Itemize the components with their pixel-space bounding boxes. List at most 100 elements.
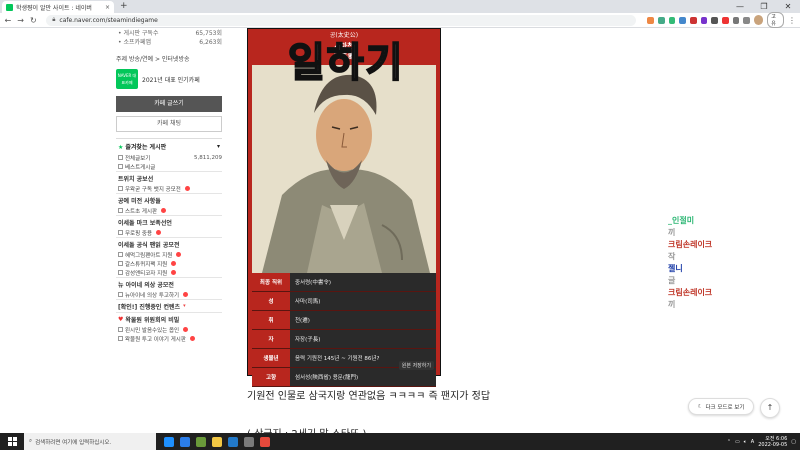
minecraft-icon[interactable]: [196, 436, 206, 447]
board-item[interactable]: 뉴아이네 의상 투고하기: [116, 290, 222, 299]
board-item[interactable]: 갈스튜퀴지팩 지원: [116, 259, 222, 268]
board-icon: [118, 186, 123, 191]
board-group-title: 뉴 아이네 의상 공모전: [118, 281, 174, 289]
back-arrow-icon[interactable]: ←: [4, 16, 12, 25]
board-icon: [118, 208, 123, 213]
menu-dots-icon[interactable]: ⋮: [788, 16, 796, 25]
puzzle-icon[interactable]: [732, 16, 740, 24]
address-bar[interactable]: 🔒︎ cafe.naver.com/steamindiegame: [46, 14, 637, 26]
stat-value: 65,753회: [195, 30, 222, 37]
board-group-header[interactable]: [확인!] 진행중인 컨텐츠 ▾: [116, 299, 222, 312]
profile-status-button[interactable]: 고유: [767, 12, 785, 28]
network-icon[interactable]: ▭: [735, 439, 740, 445]
board-icon: [118, 164, 123, 169]
board-item[interactable]: 왁물원 투고 이야기 게시판: [116, 334, 222, 343]
sidebar-toggle-icon[interactable]: [743, 16, 750, 24]
board-item[interactable]: 전체글보기 5,811,209: [116, 153, 222, 162]
board-item[interactable]: 베스트게시글: [116, 162, 222, 171]
profile-row: 자 자장(子長): [252, 330, 436, 349]
board-icon: [118, 252, 123, 257]
windows-logo-icon: [7, 437, 17, 446]
board-item[interactable]: 감성앤티코자 지원: [116, 268, 222, 277]
chevron-down-icon[interactable]: ▾: [183, 303, 186, 309]
extension-icon[interactable]: [679, 16, 686, 24]
extension-icon[interactable]: [689, 16, 697, 24]
stat-label: • 소프카페앱: [118, 39, 152, 46]
board-label: 갈스튜퀴지팩 지원: [125, 261, 168, 268]
dark-mode-button[interactable]: ☾ 다크 모드로 보기: [688, 398, 754, 415]
profile-row: 고향 섬서성(陝西省) 용문(龍門): [252, 368, 436, 387]
board-icon: [118, 336, 123, 341]
notification-icon[interactable]: ▢: [791, 439, 796, 445]
profile-key: 고향: [252, 368, 290, 386]
board-item[interactable]: 스트초 게시판: [116, 206, 222, 215]
extension-icon[interactable]: [700, 16, 708, 24]
new-badge-icon: [171, 261, 177, 266]
ime-icon[interactable]: A: [751, 439, 754, 445]
taskbar-search[interactable]: ⌕ 검색하려면 여기에 입력하십시오.: [24, 433, 156, 450]
folder-icon[interactable]: [212, 436, 222, 447]
board-label: 왁물원 투고 이야기 게시판: [125, 336, 186, 343]
board-group-header[interactable]: 공예 미전 사항들: [116, 193, 222, 206]
board-group-header[interactable]: 트위치 공보선: [116, 171, 222, 184]
board-group-title: 이세돌 마크 보족선언: [118, 219, 172, 227]
new-badge-icon: [161, 208, 167, 213]
board-group-header[interactable]: ♥ 왁물원 위원회의 비밀: [116, 312, 222, 325]
board-icon: [118, 270, 123, 275]
board-group-header[interactable]: 이세돌 공식 팬읽 공모전: [116, 237, 222, 250]
edge-icon[interactable]: [180, 436, 190, 447]
cafe-write-button[interactable]: 카페 글쓰기: [116, 96, 222, 112]
start-button[interactable]: [0, 433, 24, 450]
extension-icon[interactable]: [668, 16, 676, 24]
cafe-chat-button[interactable]: 카페 채팅: [116, 116, 222, 132]
clock[interactable]: 오전 6:06 2022-09-05: [758, 436, 787, 448]
board-item[interactable]: 왼시민 발음수있는 옵인: [116, 325, 222, 334]
profile-key: 생몰년: [252, 349, 290, 367]
board-group-header[interactable]: 이세돌 마크 보족선언: [116, 215, 222, 228]
board-icon: [118, 292, 123, 297]
board-item[interactable]: 혜먹그림팬아트 지원: [116, 250, 222, 259]
app-icon[interactable]: [244, 436, 254, 447]
reload-icon[interactable]: ↻: [29, 16, 37, 25]
new-badge-icon: [184, 186, 190, 191]
profile-row: 최종 직위 중서령(中書令): [252, 273, 436, 292]
profile-key: 자: [252, 330, 290, 348]
article-text-line: 기원전 인물로 삼국지랑 연관없음 ㅋㅋㅋㅋ 즉 팬지가 정답: [247, 391, 491, 402]
stat-row: • 소프카페앱 6,263회: [116, 37, 222, 46]
board-icon: [118, 155, 123, 160]
extension-icon[interactable]: [721, 16, 729, 24]
page-content: • 게시판 구독수 65,753회 • 소프카페앱 6,263회 주제 방송/연…: [0, 28, 800, 433]
extension-icon[interactable]: [658, 16, 665, 24]
tray-chevron-icon[interactable]: ⌃: [727, 439, 731, 445]
taskbar-apps: [164, 436, 270, 447]
board-group-header[interactable]: 뉴 아이네 의상 공모전: [116, 277, 222, 290]
scroll-top-button[interactable]: ↑: [760, 398, 780, 418]
chrome-icon[interactable]: [260, 436, 270, 447]
task-view-icon[interactable]: [164, 436, 174, 447]
vscode-icon[interactable]: [228, 436, 238, 447]
tab-title: 학생쨩이 알만 사이트 : 네이버: [16, 4, 92, 12]
chat-message: 작: [668, 252, 676, 261]
favorites-title: 즐겨찾는 게시판: [125, 143, 167, 151]
chevron-down-icon[interactable]: ▾: [217, 143, 220, 150]
profile-avatar[interactable]: [753, 15, 764, 25]
browser-tab-active[interactable]: 학생쨩이 알만 사이트 : 네이버 ×: [2, 1, 114, 13]
badge-text: 2021년 대표 인기카페: [142, 76, 200, 84]
new-tab-button[interactable]: +: [120, 1, 128, 11]
original-image-link[interactable]: 원본 저장하기: [398, 361, 434, 370]
cafe-sidebar: • 게시판 구독수 65,753회 • 소프카페앱 6,263회 주제 방송/연…: [116, 28, 222, 343]
cafe-category[interactable]: 주제 방송/연예 > 인터넷방송: [116, 54, 222, 64]
extension-icon[interactable]: [711, 16, 718, 24]
board-icon: [118, 230, 123, 235]
tab-close-icon[interactable]: ×: [105, 4, 110, 11]
forward-arrow-icon[interactable]: →: [17, 16, 25, 25]
favorites-header[interactable]: ★ 즐겨찾는 게시판 ▾: [116, 139, 222, 153]
chat-message: 끼: [668, 228, 676, 237]
extension-icon[interactable]: [647, 16, 655, 24]
board-item[interactable]: 무로핑 중용: [116, 228, 222, 237]
board-item[interactable]: 우왁굳 구독 뱃지 공모전: [116, 184, 222, 193]
new-badge-icon: [156, 230, 162, 235]
volume-icon[interactable]: 🔈︎: [744, 439, 747, 445]
extensions-area: 고유 ⋮: [647, 12, 796, 28]
star-icon: ★: [118, 143, 124, 151]
